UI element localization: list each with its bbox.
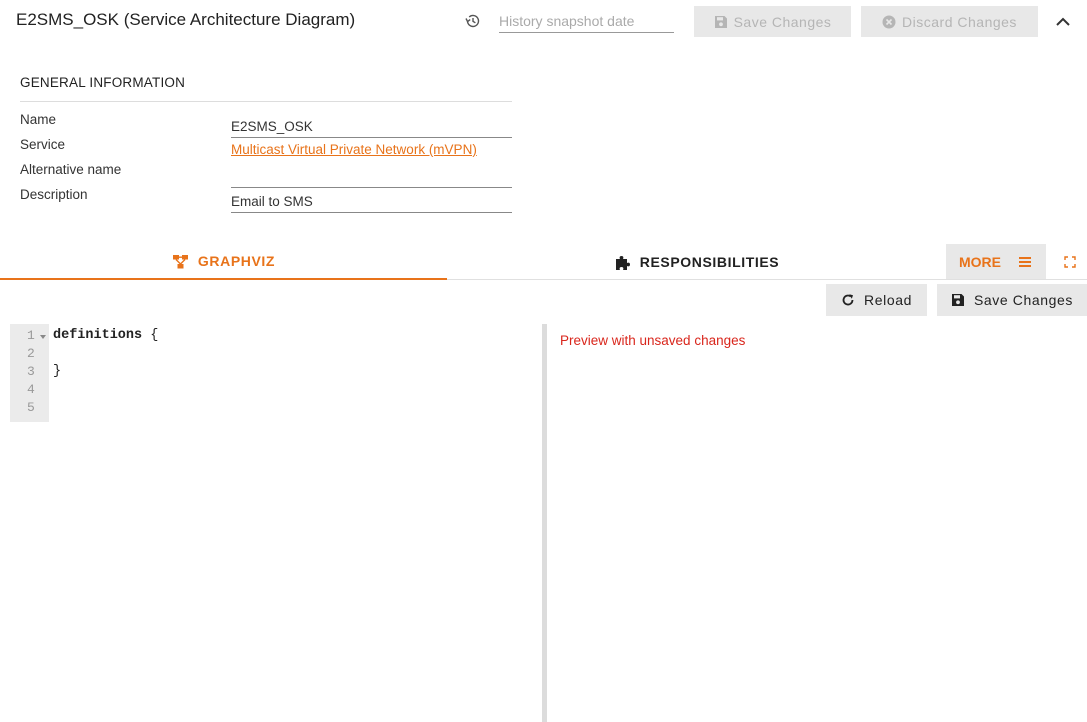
more-label: MORE <box>959 253 1001 270</box>
fullscreen-icon[interactable] <box>1063 255 1077 269</box>
code-text: } <box>53 364 62 379</box>
alternative-name-field[interactable] <box>231 166 512 188</box>
tab-responsibilities-label: RESPONSIBILITIES <box>639 254 780 270</box>
save-changes-button[interactable]: Save Changes <box>937 284 1087 316</box>
history-snapshot-date-input[interactable] <box>499 9 674 33</box>
discard-changes-label: Discard Changes <box>902 13 1017 30</box>
puzzle-icon <box>615 255 630 270</box>
chevron-up-icon[interactable] <box>1052 12 1074 32</box>
header-save-changes-label: Save Changes <box>733 13 832 30</box>
description-field[interactable]: Email to SMS <box>231 191 512 213</box>
graphviz-code-editor[interactable]: 1 2 3 4 5 definitions { } <box>10 324 542 722</box>
line-number: 3 <box>27 364 35 379</box>
section-divider <box>20 101 512 102</box>
code-line: } <box>53 364 61 379</box>
line-number: 5 <box>27 400 35 415</box>
line-number: 4 <box>27 382 35 397</box>
code-text: { <box>142 328 159 343</box>
page-title: E2SMS_OSK (Service Architecture Diagram) <box>16 10 356 29</box>
tab-graphviz-label: GRAPHVIZ <box>197 253 276 269</box>
split-pane-resizer[interactable] <box>542 324 547 722</box>
menu-icon <box>1019 256 1031 267</box>
floppy-disk-icon <box>714 15 727 28</box>
history-icon[interactable] <box>463 11 483 31</box>
line-number-gutter: 1 2 3 4 5 <box>10 324 49 422</box>
floppy-disk-icon <box>951 294 964 306</box>
header-save-changes-button[interactable]: Save Changes <box>694 6 851 37</box>
tab-graphviz[interactable]: GRAPHVIZ <box>0 244 447 280</box>
tab-responsibilities[interactable]: RESPONSIBILITIES <box>447 244 946 280</box>
tab-bar: GRAPHVIZ RESPONSIBILITIES MORE <box>0 244 1087 280</box>
fold-toggle-icon[interactable] <box>40 335 46 339</box>
save-changes-label: Save Changes <box>973 292 1074 308</box>
top-header: E2SMS_OSK (Service Architecture Diagram)… <box>0 0 1087 42</box>
discard-changes-button[interactable]: Discard Changes <box>861 6 1038 37</box>
line-number: 2 <box>27 346 35 361</box>
reload-button[interactable]: Reload <box>826 284 927 316</box>
service-label: Service <box>20 137 66 152</box>
code-keyword: definitions <box>53 328 143 343</box>
name-field[interactable]: E2SMS_OSK <box>231 116 512 138</box>
service-link[interactable]: Multicast Virtual Private Network (mVPN) <box>231 142 477 157</box>
general-information-heading: GENERAL INFORMATION <box>20 75 186 90</box>
refresh-icon <box>842 294 854 306</box>
sitemap-icon <box>172 254 188 268</box>
code-line: definitions { <box>53 328 158 343</box>
alternative-name-label: Alternative name <box>20 162 122 177</box>
reload-label: Reload <box>864 292 912 308</box>
name-label: Name <box>20 112 57 127</box>
close-circle-icon <box>882 15 896 28</box>
preview-unsaved-notice: Preview with unsaved changes <box>560 333 746 348</box>
description-label: Description <box>20 187 88 202</box>
more-menu-button[interactable]: MORE <box>946 244 1046 279</box>
